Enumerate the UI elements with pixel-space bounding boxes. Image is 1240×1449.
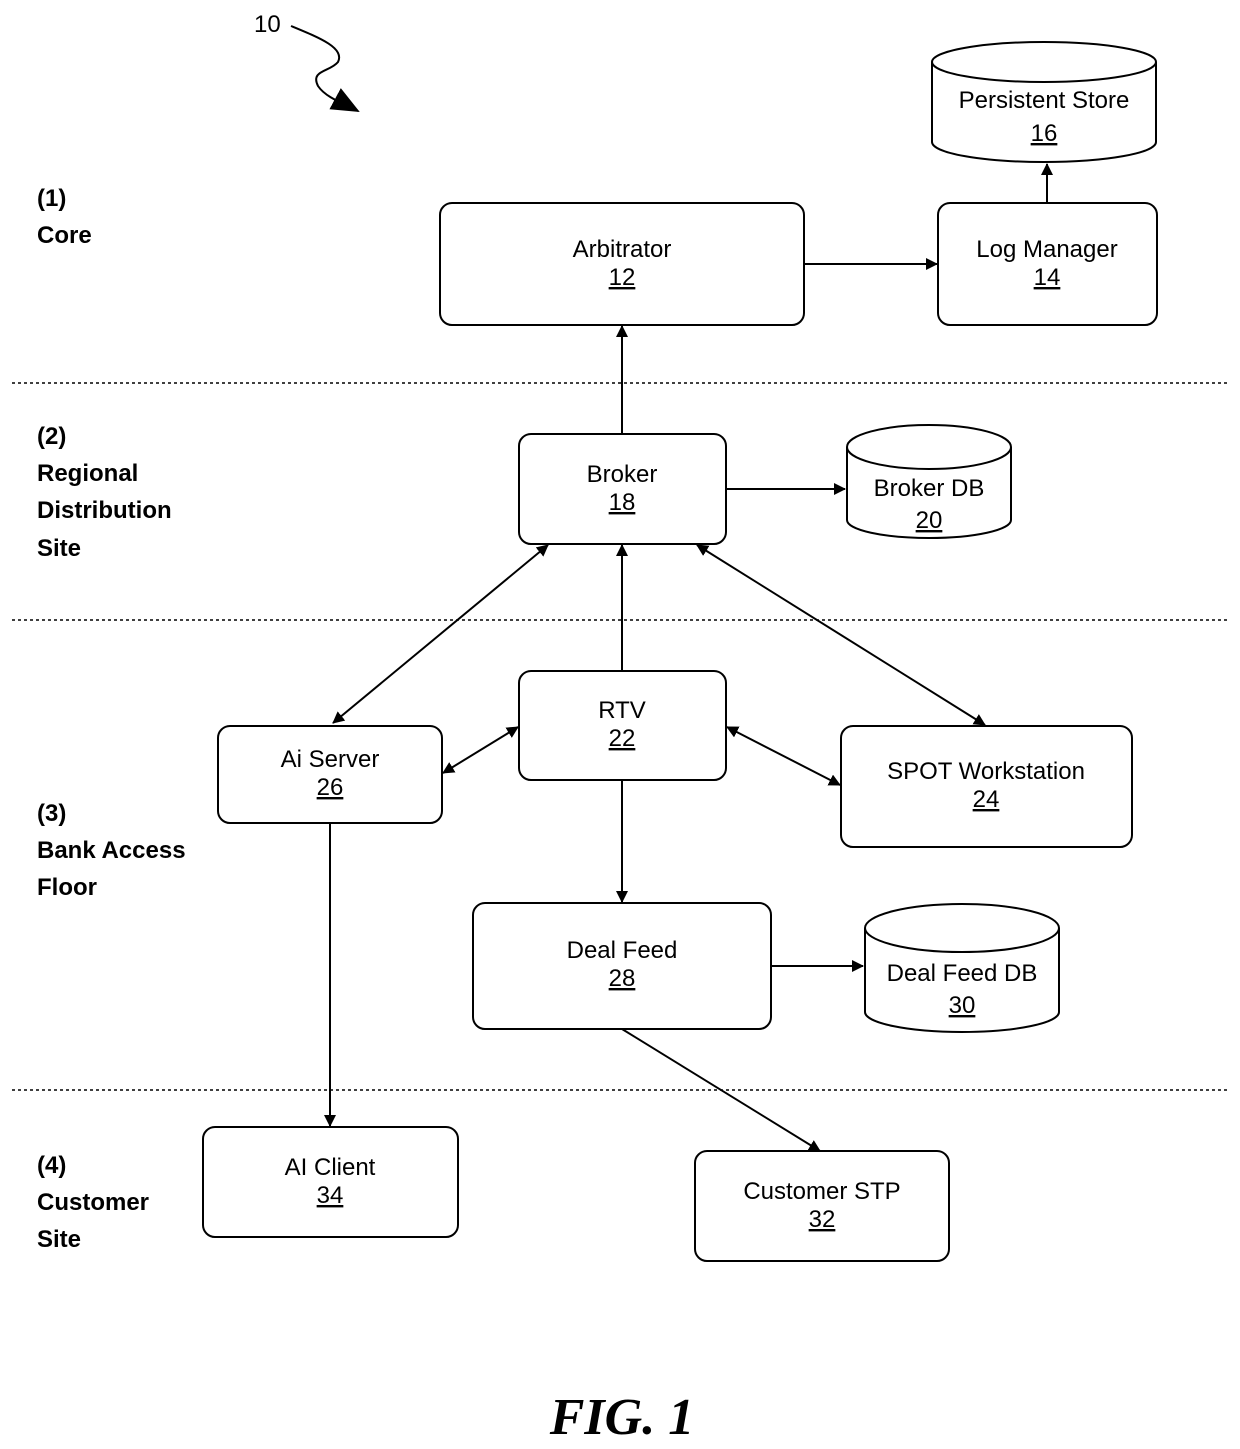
tier-name: Core — [37, 222, 92, 249]
node-label: Log Manager — [976, 236, 1117, 263]
node-label: Arbitrator — [573, 236, 672, 263]
edge-deal-feed-to-customer-stp — [621, 1028, 821, 1152]
node-arbitrator: Arbitrator 12 — [439, 202, 805, 326]
node-label: RTV — [598, 697, 646, 724]
node-ref: 18 — [609, 489, 636, 516]
node-ai-client: AI Client 34 — [202, 1126, 459, 1238]
node-broker-db: Broker DB 20 — [846, 424, 1012, 539]
node-label: SPOT Workstation — [887, 758, 1085, 785]
tier-number: (2) — [37, 423, 66, 450]
node-label: Broker DB — [874, 475, 985, 502]
tier-number: (3) — [37, 800, 66, 827]
node-ref: 22 — [609, 725, 636, 752]
tier-name: Floor — [37, 874, 97, 901]
node-label: Broker — [587, 461, 658, 488]
node-ref: 24 — [973, 786, 1000, 813]
figure-caption: FIG. 1 — [549, 1389, 694, 1446]
node-label: Deal Feed DB — [887, 960, 1038, 987]
tier-name: Customer — [37, 1189, 149, 1216]
system-architecture-diagram: 10 (1) Core (2) Regional Distribution Si… — [12, 11, 1228, 1446]
node-ref: 16 — [1031, 120, 1058, 147]
node-log-manager: Log Manager 14 — [937, 202, 1158, 326]
node-ref: 12 — [609, 264, 636, 291]
tier-name: Regional — [37, 460, 138, 487]
node-ref: 26 — [317, 774, 344, 801]
tier-label-bank-access-floor: (3) Bank Access Floor — [37, 800, 186, 901]
node-label: Ai Server — [281, 746, 380, 773]
edge-rtv-spot-workstation — [726, 726, 841, 786]
node-persistent-store: Persistent Store 16 — [931, 41, 1157, 163]
tier-label-regional-distribution-site: (2) Regional Distribution Site — [37, 423, 172, 562]
node-ref: 32 — [809, 1206, 836, 1233]
tier-name: Site — [37, 1226, 81, 1253]
node-ref: 30 — [949, 992, 976, 1019]
tier-name: Site — [37, 535, 81, 562]
node-spot-workstation: SPOT Workstation 24 — [840, 725, 1133, 848]
node-label: Customer STP — [743, 1178, 900, 1205]
node-ref: 34 — [317, 1182, 344, 1209]
tier-number: (1) — [37, 185, 66, 212]
node-label: AI Client — [285, 1154, 376, 1181]
tier-name: Bank Access — [37, 837, 186, 864]
tier-name: Distribution — [37, 497, 172, 524]
node-ref: 20 — [916, 507, 943, 534]
edge-ai-server-broker — [332, 544, 549, 724]
node-rtv: RTV 22 — [518, 670, 727, 781]
node-deal-feed-db: Deal Feed DB 30 — [864, 903, 1060, 1033]
node-broker: Broker 18 — [518, 433, 727, 545]
reference-squiggle-arrow — [290, 25, 360, 112]
node-ai-server: Ai Server 26 — [217, 725, 443, 824]
node-label: Deal Feed — [567, 937, 678, 964]
node-customer-stp: Customer STP 32 — [694, 1150, 950, 1262]
tier-label-customer-site: (4) Customer Site — [37, 1152, 149, 1253]
tier-number: (4) — [37, 1152, 66, 1179]
node-label: Persistent Store — [959, 87, 1130, 114]
node-ref: 14 — [1034, 264, 1061, 291]
node-ref: 28 — [609, 965, 636, 992]
edge-ai-server-rtv — [442, 726, 519, 774]
edge-spot-workstation-broker — [696, 544, 986, 726]
node-deal-feed: Deal Feed 28 — [472, 902, 772, 1030]
tier-label-core: (1) Core — [37, 185, 92, 249]
figure-reference-numeral: 10 — [254, 11, 281, 38]
